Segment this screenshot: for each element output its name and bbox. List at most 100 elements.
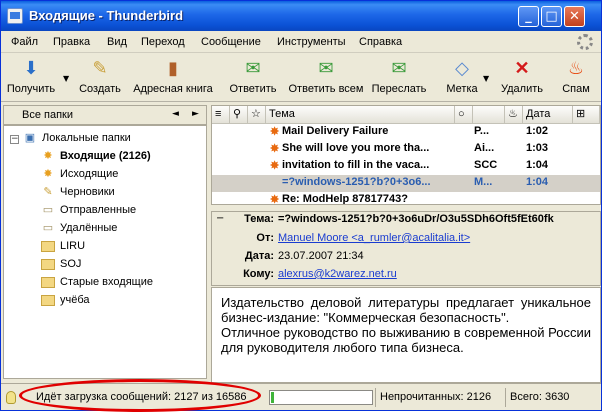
to-link[interactable]: alexrus@k2warez.net.ru	[278, 268, 397, 280]
reply-button[interactable]: ✉ Ответить	[225, 56, 281, 100]
main-toolbar: ⬇ Получить ▼ ✎ Создать ▮ Адресная книга …	[1, 54, 601, 102]
sent-icon: ▭	[42, 204, 54, 216]
column-sender[interactable]	[473, 106, 505, 124]
tag-dropdown-icon[interactable]: ▼	[483, 74, 489, 83]
body-paragraph: Отличное руководство по выживанию в совр…	[221, 325, 591, 355]
from-link[interactable]: Manuel Moore <a_rumler@acalitalia.it>	[278, 232, 470, 244]
junk-button[interactable]: ♨ Спам	[557, 56, 595, 100]
to-label: Кому:	[243, 268, 274, 280]
thread-column-header: ≡ ⚲ ☆ Тема ○ ♨ Дата ⊞	[212, 106, 600, 124]
from-label: От:	[256, 232, 274, 244]
column-picker-icon[interactable]: ⊞	[573, 106, 600, 124]
folder-outbox[interactable]: ✸ Исходящие	[40, 167, 118, 185]
new-message-star-icon: ✸	[270, 143, 280, 155]
folder-icon	[40, 293, 56, 307]
folder-tree: − ▣ Локальные папки ✸ Входящие (2126) ✸ Исх…	[3, 125, 207, 379]
folder-study[interactable]: учёба	[40, 293, 90, 311]
column-junk-flame-icon[interactable]: ♨	[505, 106, 523, 124]
total-count: Всего: 3630	[505, 388, 583, 407]
outbox-icon: ✸	[43, 168, 53, 180]
close-button[interactable]: ✕	[564, 6, 585, 27]
next-view-arrow-icon[interactable]: ►	[192, 109, 199, 119]
get-mail-button[interactable]: ⬇ Получить	[5, 56, 57, 100]
folder-old-inbox[interactable]: Старые входящие	[40, 275, 153, 293]
forward-icon: ✉	[391, 58, 407, 78]
message-row-selected[interactable]: =?windows-1251?b?0+3o6... M... 1:04	[212, 175, 600, 192]
pencil-icon: ✎	[92, 58, 108, 78]
folder-local-folders[interactable]: ▣ Локальные папки	[22, 131, 131, 149]
folder-icon	[40, 257, 56, 271]
address-book-button[interactable]: ▮ Адресная книга	[131, 56, 215, 100]
progress-fill	[271, 392, 274, 403]
folder-view-label: Все папки	[22, 109, 73, 121]
message-row[interactable]: ✸ She will love you more tha... Ai... 1:…	[212, 141, 600, 158]
menu-tools[interactable]: Инструменты	[277, 36, 346, 48]
message-header: − Тема: =?windows-1251?b?0+3o6uDr/O3u5SD…	[211, 211, 601, 286]
column-date[interactable]: Дата	[523, 106, 573, 124]
menu-go[interactable]: Переход	[141, 36, 185, 48]
column-junk-icon[interactable]: ○	[455, 106, 473, 124]
delete-button[interactable]: ✕ Удалить	[495, 56, 549, 100]
junk-flame-icon: ♨	[567, 58, 585, 78]
unread-count: Непрочитанных: 2126	[375, 388, 497, 407]
folder-trash[interactable]: ▭ Удалённые	[40, 221, 118, 239]
new-message-star-icon: ✸	[270, 160, 280, 172]
get-mail-dropdown-icon[interactable]: ▼	[63, 74, 69, 83]
subject-value: =?windows-1251?b?0+3o6uDr/O3u5SDh6Oft5fE…	[278, 213, 554, 225]
menu-edit[interactable]: Правка	[53, 36, 90, 48]
menu-file[interactable]: Файл	[11, 36, 38, 48]
folder-pane-header: Все папки ◄ ►	[3, 105, 207, 125]
delete-icon: ✕	[514, 58, 530, 78]
reply-all-icon: ✉	[318, 58, 334, 78]
folder-sent[interactable]: ▭ Отправленные	[40, 203, 136, 221]
menu-view[interactable]: Вид	[107, 36, 127, 48]
thread-pane: ≡ ⚲ ☆ Тема ○ ♨ Дата ⊞ ✸ Mail Delivery Fa…	[211, 105, 601, 205]
date-label: Дата:	[244, 250, 274, 262]
progress-bar	[269, 390, 373, 405]
trash-icon: ▭	[42, 222, 54, 234]
subject-label: Тема:	[244, 213, 274, 225]
new-message-star-icon: ✸	[270, 194, 280, 205]
folder-drafts[interactable]: ✎ Черновики	[40, 185, 114, 203]
folder-inbox[interactable]: ✸ Входящие (2126)	[40, 149, 150, 167]
status-bar: Идёт загрузка сообщений: 2127 из 16586 Н…	[1, 383, 601, 410]
menu-bar: Файл Правка Вид Переход Сообщение Инстру…	[1, 31, 601, 53]
column-attachment-icon[interactable]: ⚲	[230, 106, 248, 124]
activity-throbber-icon	[577, 34, 593, 50]
maximize-button[interactable]: □	[541, 6, 562, 27]
security-lightbulb-icon	[6, 391, 16, 404]
body-paragraph: Издательство деловой литературы предлага…	[221, 295, 591, 325]
address-book-icon: ▮	[168, 58, 178, 78]
reply-all-button[interactable]: ✉ Ответить всем	[285, 56, 367, 100]
collapse-twisty-icon[interactable]: −	[10, 135, 19, 144]
column-read-icon[interactable]: ☆	[248, 106, 266, 124]
minimize-button[interactable]: _	[518, 6, 539, 27]
column-thread-icon[interactable]: ≡	[212, 106, 230, 124]
app-icon	[7, 8, 23, 24]
menu-help[interactable]: Справка	[359, 36, 402, 48]
tag-button[interactable]: ◇ Метка	[439, 56, 485, 100]
date-value: 23.07.2007 21:34	[278, 250, 364, 262]
reply-icon: ✉	[245, 58, 261, 78]
status-text: Идёт загрузка сообщений: 2127 из 16586	[36, 391, 247, 403]
message-row[interactable]: ✸ invitation to fill in the vaca... SCC …	[212, 158, 600, 175]
forward-button[interactable]: ✉ Переслать	[369, 56, 429, 100]
message-body: Издательство деловой литературы предлага…	[211, 287, 601, 383]
folder-liru[interactable]: LIRU	[40, 239, 85, 257]
inbox-icon: ✸	[43, 150, 53, 162]
prev-view-arrow-icon[interactable]: ◄	[172, 109, 179, 119]
write-button[interactable]: ✎ Создать	[75, 56, 125, 100]
menu-message[interactable]: Сообщение	[201, 36, 261, 48]
new-message-star-icon: ✸	[270, 126, 280, 138]
column-subject[interactable]: Тема	[266, 106, 455, 124]
title-bar[interactable]: Входящие - Thunderbird _ □ ✕	[1, 1, 601, 31]
tag-icon: ◇	[455, 58, 469, 78]
thunderbird-window: Входящие - Thunderbird _ □ ✕ Файл Правка…	[0, 0, 602, 412]
message-row[interactable]: ✸ Re: ModHelp 87817743?	[212, 192, 600, 205]
computer-icon: ▣	[24, 132, 36, 144]
folder-soj[interactable]: SOJ	[40, 257, 81, 275]
get-mail-icon: ⬇	[23, 58, 39, 78]
drafts-icon: ✎	[43, 186, 53, 198]
message-row[interactable]: ✸ Mail Delivery Failure P... 1:02	[212, 124, 600, 141]
window-title: Входящие - Thunderbird	[29, 8, 184, 23]
